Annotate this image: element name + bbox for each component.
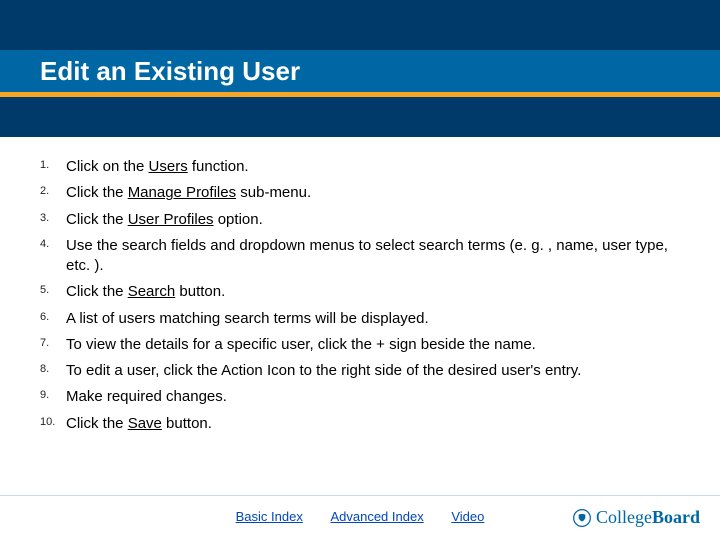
header-band-bottom [0,97,720,137]
list-item: Click the Save button. [40,414,680,434]
slide: Edit an Existing User Click on the Users… [0,0,720,540]
step-text: sub-menu. [236,184,311,201]
footer-rule [0,495,720,496]
step-link-text: Save [128,415,162,432]
step-text: To view the details for a specific user,… [66,336,536,353]
step-text: Use the search fields and dropdown menus… [66,237,668,274]
video-link[interactable]: Video [451,509,484,524]
step-link-text: Search [128,283,176,300]
step-text: option. [214,211,263,228]
step-text: button. [162,415,212,432]
step-text: button. [175,283,225,300]
advanced-index-link[interactable]: Advanced Index [330,509,423,524]
header-band-top [0,0,720,50]
list-item: Use the search fields and dropdown menus… [40,236,680,277]
list-item: To view the details for a specific user,… [40,335,680,355]
list-item: Click the Search button. [40,282,680,302]
list-item: To edit a user, click the Action Icon to… [40,361,680,381]
step-link-text: Users [149,158,188,175]
step-link-text: User Profiles [128,211,214,228]
title-band: Edit an Existing User [0,50,720,92]
step-link-text: Manage Profiles [128,184,236,201]
basic-index-link[interactable]: Basic Index [236,509,303,524]
step-list: Click on the Users function. Click the M… [40,157,680,434]
step-text: Click the [66,415,128,432]
list-item: Make required changes. [40,387,680,407]
content: Click on the Users function. Click the M… [0,137,720,434]
step-text: Click the [66,283,128,300]
list-item: Click on the Users function. [40,157,680,177]
step-text: A list of users matching search terms wi… [66,310,429,327]
acorn-icon [572,508,592,528]
list-item: Click the User Profiles option. [40,210,680,230]
brand-text-2: Board [652,507,700,528]
page-title: Edit an Existing User [40,56,300,87]
step-text: Click the [66,184,128,201]
step-text: To edit a user, click the Action Icon to… [66,362,581,379]
header: Edit an Existing User [0,0,720,137]
step-text: Make required changes. [66,388,227,405]
list-item: Click the Manage Profiles sub-menu. [40,183,680,203]
brand-logo: CollegeBoard [572,507,700,528]
list-item: A list of users matching search terms wi… [40,309,680,329]
step-text: function. [188,158,249,175]
brand-text-1: College [596,507,652,528]
step-text: Click on the [66,158,149,175]
step-text: Click the [66,211,128,228]
